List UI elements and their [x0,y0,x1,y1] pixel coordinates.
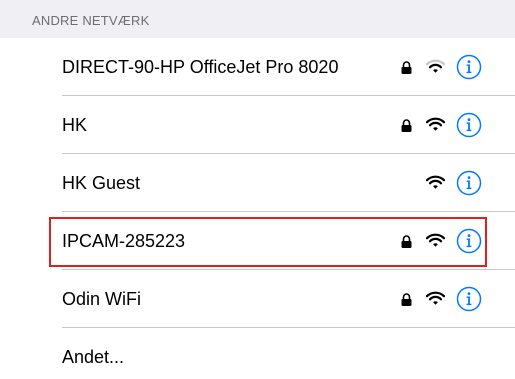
wifi-icon [426,59,445,73]
network-row[interactable]: HK [0,96,515,154]
lock-icon [401,293,412,306]
network-name: HK Guest [62,173,141,193]
network-list: DIRECT-90-HP OfficeJet Pro 8020 HK HK Gu… [0,38,515,379]
wifi-settings-screen: ANDRE NETVÆRK DIRECT-90-HP OfficeJet Pro… [0,0,515,379]
wifi-icon [426,291,445,305]
lock-icon [401,61,412,74]
network-row[interactable]: Odin WiFi [0,270,515,328]
lock-icon [401,119,412,132]
network-name: IPCAM-285223 [62,231,186,251]
wifi-icon [426,117,445,131]
wifi-icon [426,175,445,189]
other-network-label: Andet... [62,347,125,367]
section-header-other-networks: ANDRE NETVÆRK [32,13,150,28]
network-row[interactable]: HK Guest [0,154,515,212]
info-icon[interactable] [456,228,482,254]
info-icon[interactable] [456,54,482,80]
network-name: HK [62,115,88,135]
other-network-row[interactable]: Andet... [0,328,515,379]
lock-icon [401,235,412,248]
network-row[interactable]: IPCAM-285223 [0,212,515,270]
wifi-icon [426,233,445,247]
network-name: DIRECT-90-HP OfficeJet Pro 8020 [62,57,339,77]
network-name: Odin WiFi [62,289,142,309]
info-icon[interactable] [456,112,482,138]
info-icon[interactable] [456,170,482,196]
info-icon[interactable] [456,286,482,312]
network-row[interactable]: DIRECT-90-HP OfficeJet Pro 8020 [0,38,515,96]
